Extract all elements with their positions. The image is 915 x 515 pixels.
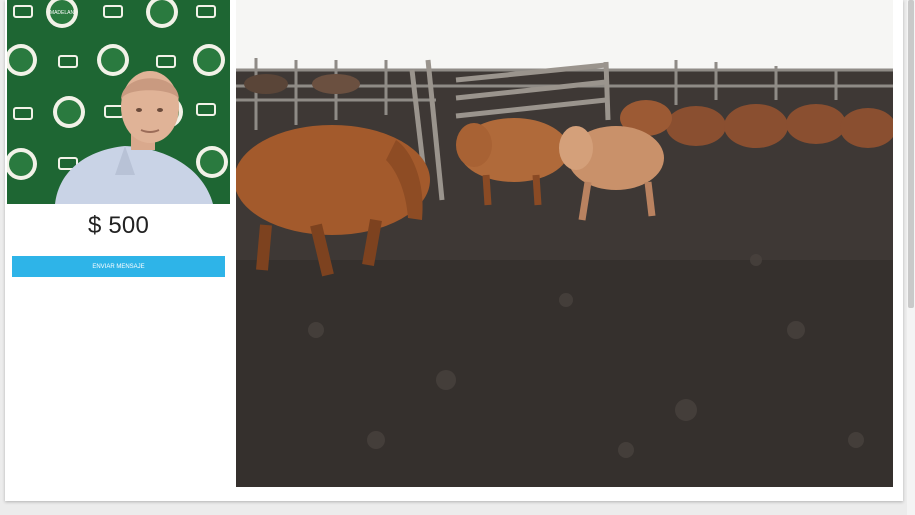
presenter-video: MADELAN xyxy=(7,0,230,204)
scroll-thumb[interactable] xyxy=(908,0,914,308)
page-scrollbar[interactable] xyxy=(907,0,915,515)
send-message-button[interactable]: ENVIAR MENSAJE xyxy=(12,256,225,277)
livestock-video[interactable] xyxy=(236,0,893,487)
current-bid: $ 500 xyxy=(87,212,150,239)
presenter xyxy=(55,71,213,204)
cattle-pen-scene xyxy=(236,0,893,487)
